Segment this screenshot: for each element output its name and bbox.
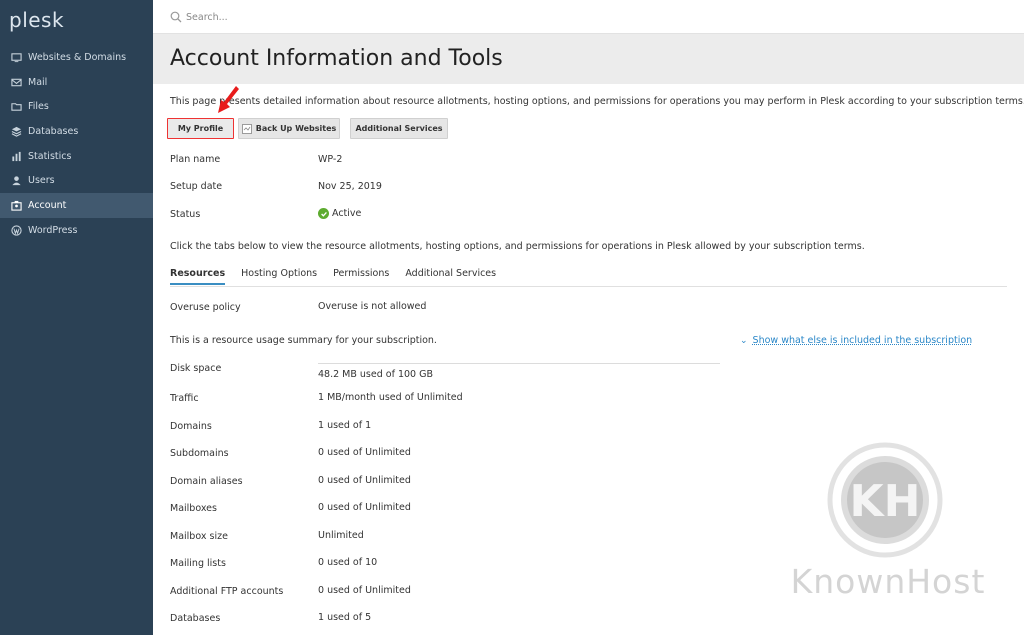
ftp-accounts-value: 0 used of Unlimited [318, 585, 411, 596]
account-icon [10, 199, 22, 211]
sidebar-item-label: Statistics [28, 150, 72, 162]
additional-services-button[interactable]: Additional Services [350, 118, 448, 139]
sidebar-item-label: WordPress [28, 224, 78, 236]
tab-permissions[interactable]: Permissions [333, 268, 389, 285]
search-input[interactable] [186, 8, 486, 26]
user-icon [10, 175, 22, 187]
mailbox-size-label: Mailbox size [170, 531, 228, 542]
ftp-accounts-label: Additional FTP accounts [170, 586, 284, 597]
sidebar: plesk Websites & Domains Mail Files Data… [0, 0, 153, 635]
status-value: Active [318, 208, 361, 219]
usage-divider [318, 363, 720, 364]
sidebar-item-label: Users [28, 175, 55, 187]
overuse-policy-value: Overuse is not allowed [318, 301, 427, 312]
page-description: This page presents detailed information … [170, 96, 1024, 107]
status-label: Status [170, 209, 201, 220]
usage-summary-text: This is a resource usage summary for you… [170, 335, 437, 346]
chevron-down-icon: ⌄ [740, 335, 748, 346]
tabs-intro: Click the tabs below to view the resourc… [170, 241, 865, 252]
sidebar-item-websites-domains[interactable]: Websites & Domains [0, 45, 153, 70]
sidebar-nav: Websites & Domains Mail Files Databases … [0, 45, 153, 243]
domain-aliases-label: Domain aliases [170, 476, 243, 487]
sidebar-item-databases[interactable]: Databases [0, 119, 153, 144]
tab-hosting-options[interactable]: Hosting Options [241, 268, 317, 285]
traffic-label: Traffic [170, 393, 199, 404]
setup-date-label: Setup date [170, 181, 223, 192]
traffic-value: 1 MB/month used of Unlimited [318, 392, 463, 403]
backup-icon [241, 123, 252, 134]
sidebar-item-label: Websites & Domains [28, 51, 127, 63]
red-arrow-annotation [218, 86, 239, 113]
sidebar-item-account[interactable]: Account [0, 193, 153, 218]
subdomains-label: Subdomains [170, 448, 229, 459]
mailboxes-label: Mailboxes [170, 503, 217, 514]
plan-name-value: WP-2 [318, 154, 343, 165]
domain-aliases-value: 0 used of Unlimited [318, 475, 411, 486]
sidebar-item-users[interactable]: Users [0, 168, 153, 193]
sidebar-item-statistics[interactable]: Statistics [0, 144, 153, 169]
mailboxes-value: 0 used of Unlimited [318, 502, 411, 513]
domains-value: 1 used of 1 [318, 420, 372, 431]
show-more-link[interactable]: ⌄ Show what else is included in the subs… [740, 335, 972, 346]
disk-space-value: 48.2 MB used of 100 GB [318, 369, 433, 380]
mailing-lists-value: 0 used of 10 [318, 557, 378, 568]
setup-date-value: Nov 25, 2019 [318, 181, 382, 192]
tabs: Resources Hosting Options Permissions Ad… [170, 268, 512, 285]
search-icon [170, 11, 182, 23]
knownhost-logo-icon: KH [827, 442, 943, 558]
my-profile-button[interactable]: My Profile [167, 118, 234, 139]
back-up-websites-button[interactable]: Back Up Websites [238, 118, 340, 139]
sidebar-item-label: Databases [28, 125, 79, 137]
tab-additional-services[interactable]: Additional Services [405, 268, 496, 285]
monitor-icon [10, 51, 22, 63]
bar-chart-icon [10, 150, 22, 162]
back-up-websites-label: Back Up Websites [255, 124, 337, 133]
domains-label: Domains [170, 421, 212, 432]
show-more-link-text: Show what else is included in the subscr… [752, 335, 973, 346]
databases-value: 1 used of 5 [318, 612, 372, 623]
page-header: Account Information and Tools [153, 34, 1024, 84]
top-search-bar [153, 0, 1024, 34]
subdomains-value: 0 used of Unlimited [318, 447, 411, 458]
databases-label: Databases [170, 613, 221, 624]
wordpress-icon [10, 224, 22, 236]
folder-icon [10, 101, 22, 113]
svg-text:KH: KH [850, 476, 921, 527]
sidebar-item-label: Files [28, 101, 49, 113]
tab-divider [170, 286, 1007, 287]
check-circle-icon [318, 208, 329, 219]
knownhost-wordmark: KnownHost [790, 562, 986, 601]
sidebar-item-files[interactable]: Files [0, 94, 153, 119]
plan-name-label: Plan name [170, 154, 221, 165]
disk-space-label: Disk space [170, 363, 222, 374]
page-title: Account Information and Tools [170, 46, 503, 71]
plesk-logo[interactable]: plesk [9, 8, 64, 32]
mailbox-size-value: Unlimited [318, 530, 364, 541]
tab-resources[interactable]: Resources [170, 268, 226, 285]
sidebar-item-wordpress[interactable]: WordPress [0, 218, 153, 243]
mailing-lists-label: Mailing lists [170, 558, 226, 569]
mail-icon [10, 76, 22, 88]
status-text: Active [332, 208, 362, 219]
sidebar-item-label: Mail [28, 76, 48, 88]
knownhost-watermark: KH KnownHost [757, 442, 1019, 612]
overuse-policy-label: Overuse policy [170, 302, 241, 313]
sidebar-item-label: Account [28, 199, 67, 211]
database-icon [10, 125, 22, 137]
sidebar-item-mail[interactable]: Mail [0, 70, 153, 95]
